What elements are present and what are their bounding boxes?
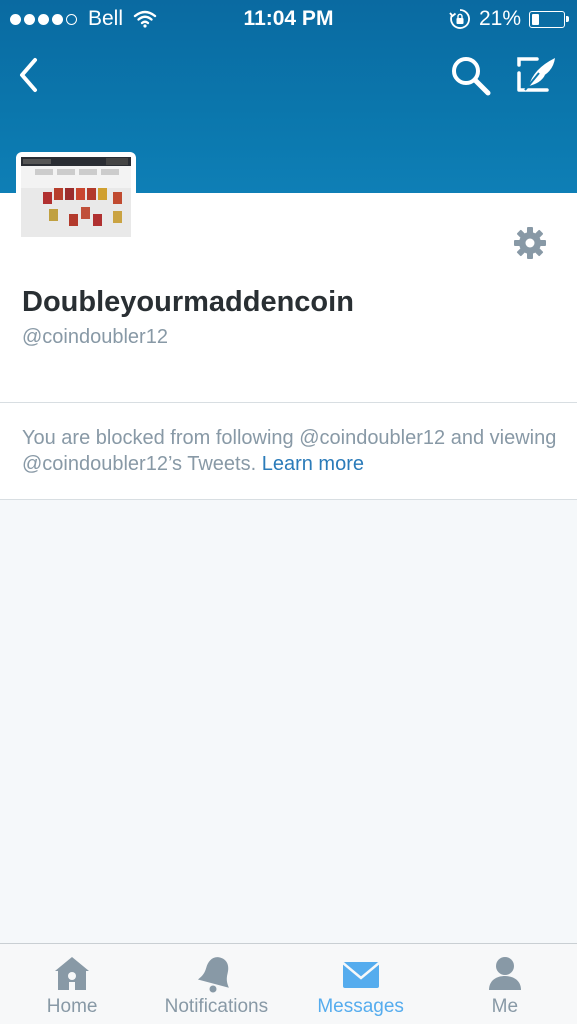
battery-level-fill (532, 13, 540, 25)
bell-icon (198, 957, 230, 993)
avatar-image (21, 157, 131, 237)
search-button[interactable] (450, 55, 492, 97)
tab-label: Notifications (164, 996, 269, 1017)
envelope-icon (341, 962, 380, 988)
blocked-notice-text: You are blocked from following @coindoub… (22, 425, 562, 477)
tab-messages[interactable]: Messages (289, 944, 433, 1024)
home-icon (55, 957, 90, 990)
tab-label: Home (46, 996, 98, 1017)
gear-icon (514, 227, 546, 259)
tab-home[interactable]: Home (0, 944, 144, 1024)
tab-label: Me (491, 996, 519, 1017)
status-bar: Bell 11:04 PM 21% (0, 0, 577, 38)
battery-percent: 21% (478, 7, 521, 30)
tab-bar: Home Notifications Messages Me (0, 943, 577, 1024)
battery-icon (529, 10, 569, 28)
compose-tweet-icon (517, 57, 555, 92)
learn-more-link[interactable]: Learn more (262, 453, 364, 475)
tab-notifications[interactable]: Notifications (144, 944, 288, 1024)
tab-label: Messages (317, 996, 404, 1017)
tab-me[interactable]: Me (433, 944, 577, 1024)
profile-name: Doubleyourmaddencoin (22, 286, 354, 318)
settings-button[interactable] (512, 225, 548, 261)
compose-tweet-button[interactable] (515, 55, 559, 95)
back-button[interactable] (14, 56, 44, 94)
divider (0, 499, 577, 500)
search-icon (452, 57, 491, 96)
blocked-notice: You are blocked from following @coindoub… (0, 403, 577, 499)
avatar[interactable] (16, 152, 136, 242)
rotation-lock-icon (449, 9, 470, 29)
profile-handle: @coindoubler12 (22, 326, 168, 348)
person-icon (488, 957, 521, 990)
chevron-left-icon (20, 58, 37, 92)
status-bar-right: 21% (449, 7, 569, 31)
